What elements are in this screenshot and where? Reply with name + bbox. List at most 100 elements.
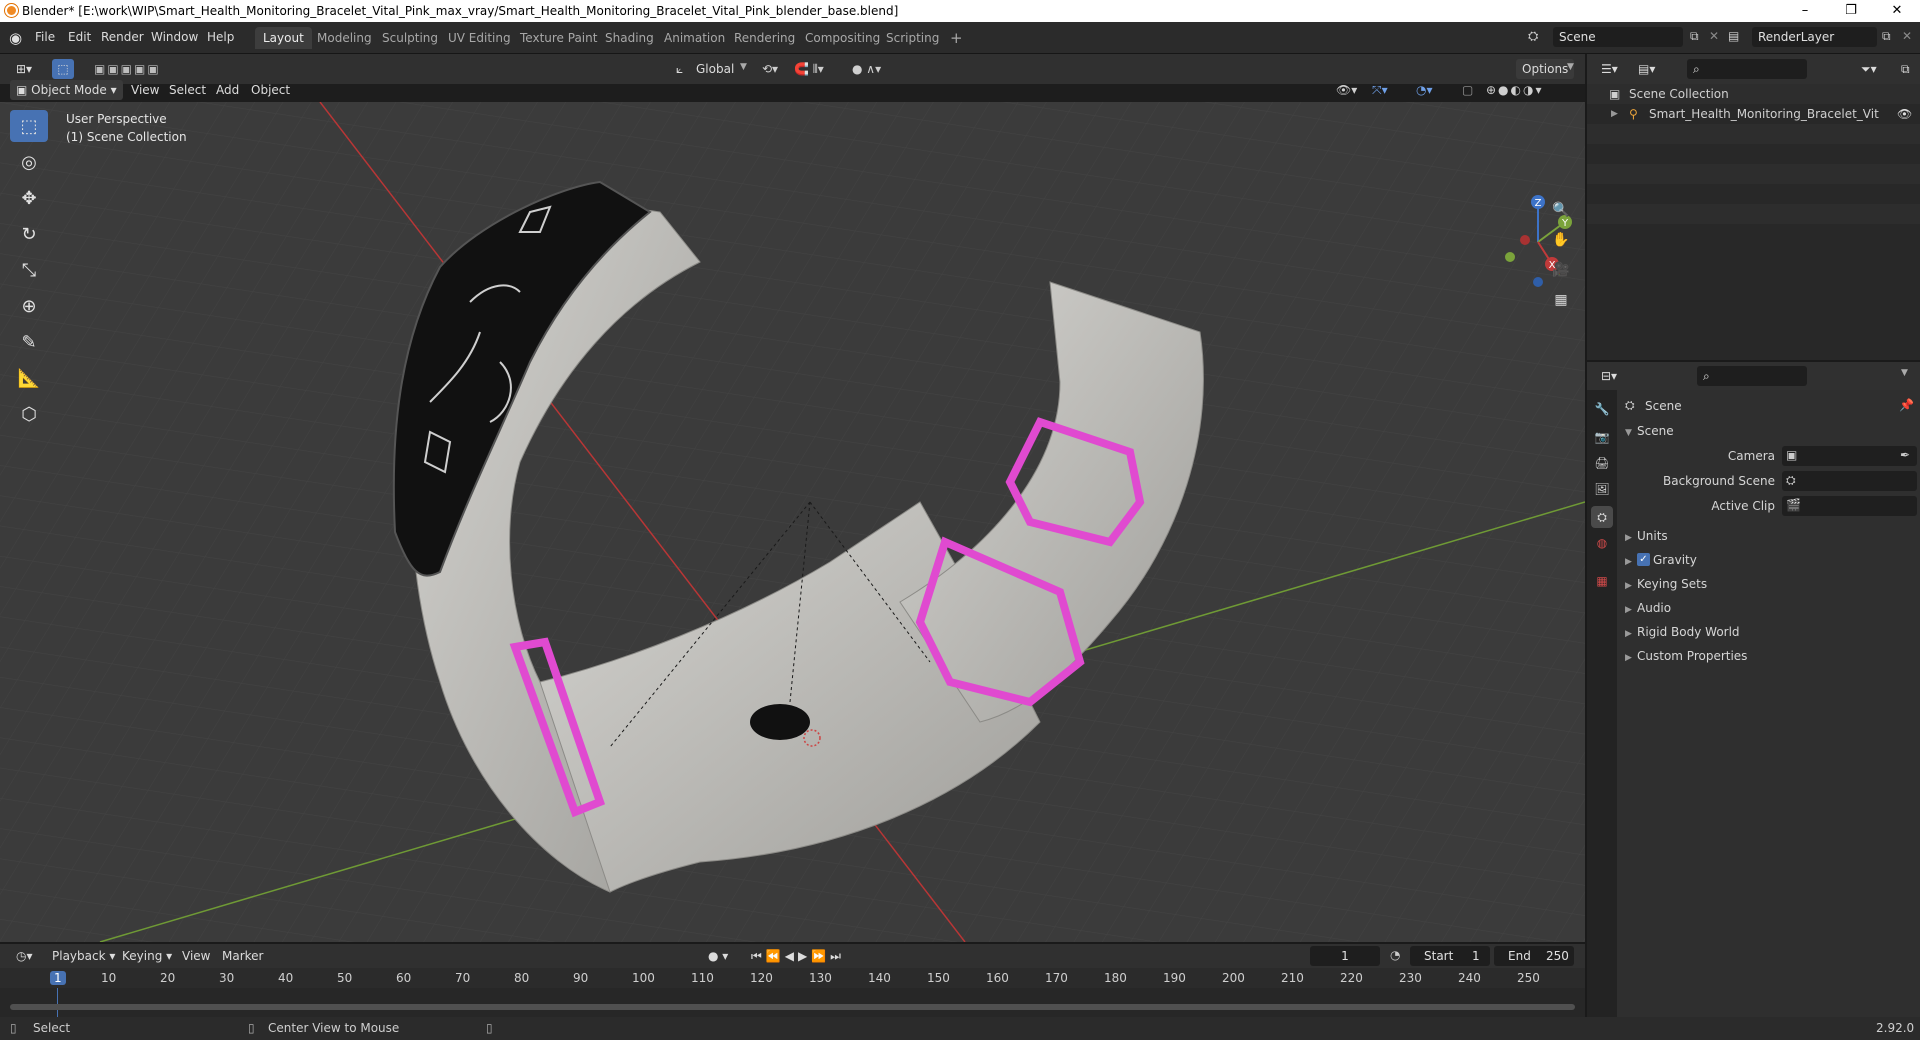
outliner-search-input[interactable]: ⌕	[1687, 59, 1807, 79]
mode-dropdown[interactable]: ▣ Object Mode ▾	[10, 80, 123, 100]
cursor-tool-icon[interactable]: ◎	[10, 146, 48, 178]
restore-button[interactable]: ❐	[1828, 0, 1874, 22]
outliner-item[interactable]: ▶ ⚲ Smart_Health_Monitoring_Bracelet_Vit…	[1587, 104, 1920, 124]
rotate-tool-icon[interactable]: ↻	[10, 218, 48, 250]
active-clip-field[interactable]: 🎬	[1782, 496, 1917, 516]
timeline-menu-keying[interactable]: Keying ▾	[116, 946, 178, 966]
texture-tab-icon[interactable]: ▦	[1591, 570, 1613, 592]
keying-sets-section[interactable]: ▶ Keying Sets	[1625, 577, 1707, 591]
camera-field[interactable]: ▣ ✒	[1782, 446, 1917, 466]
output-tab-icon[interactable]: 🖨	[1591, 452, 1613, 474]
orientation-dropdown[interactable]: Global	[690, 59, 740, 79]
editor-type-icon[interactable]: ⊞▾	[10, 59, 38, 79]
xray-icon[interactable]: ▢	[1456, 80, 1479, 100]
timeline-menu-playback[interactable]: Playback ▾	[46, 946, 121, 966]
clock-icon[interactable]: ◔	[1390, 948, 1400, 962]
measure-tool-icon[interactable]: 📐	[10, 362, 48, 394]
viewport-scene[interactable]: Z Y X	[0, 102, 1585, 942]
tab-rendering[interactable]: Rendering	[726, 27, 803, 49]
scene-panel-header[interactable]: ▼ Scene	[1625, 424, 1674, 438]
chevron-down-icon[interactable]: ▼	[1901, 368, 1908, 378]
delete-layer-icon[interactable]: ✕	[1902, 29, 1912, 43]
viewport-menu-object[interactable]: Object	[245, 80, 296, 100]
outliner-editor-icon[interactable]: ☰▾	[1595, 59, 1624, 79]
pin-icon[interactable]: 📌	[1899, 398, 1914, 412]
expand-arrow-icon[interactable]: ▶	[1611, 104, 1618, 124]
tab-compositing[interactable]: Compositing	[797, 27, 888, 49]
viewport-menu-view[interactable]: View	[125, 80, 165, 100]
gravity-checkbox[interactable]: ✓	[1637, 553, 1650, 566]
move-tool-icon[interactable]: ✥	[10, 182, 48, 214]
add-workspace-button[interactable]: +	[942, 27, 971, 49]
select-box-icon[interactable]: ⬚	[52, 59, 74, 79]
tab-layout[interactable]: Layout	[255, 27, 312, 49]
rigid-body-world-section[interactable]: ▶ Rigid Body World	[1625, 625, 1740, 639]
menu-file[interactable]: File	[35, 30, 55, 44]
viewport-menu-select[interactable]: Select	[163, 80, 212, 100]
tab-texture-paint[interactable]: Texture Paint	[512, 27, 605, 49]
tab-sculpting[interactable]: Sculpting	[374, 27, 446, 49]
menu-edit[interactable]: Edit	[68, 30, 91, 44]
timeline-scrollbar[interactable]	[10, 1004, 1575, 1010]
scale-tool-icon[interactable]: ⤡	[10, 254, 48, 286]
world-tab-icon[interactable]: ◍	[1591, 532, 1613, 554]
render-layer-selector[interactable]: RenderLayer	[1752, 27, 1877, 47]
menu-window[interactable]: Window	[151, 30, 198, 44]
options-button[interactable]: Options	[1516, 59, 1575, 79]
background-scene-field[interactable]: ⛭	[1782, 471, 1917, 491]
tab-uv-editing[interactable]: UV Editing	[440, 27, 519, 49]
custom-properties-section[interactable]: ▶ Custom Properties	[1625, 649, 1747, 663]
pivot-icon[interactable]: ⟲▾	[756, 59, 784, 79]
timeline-ruler[interactable]: 1 10 20 30 40 50 60 70 80 90 100 110 120 130 140 150 160…	[0, 968, 1585, 988]
new-layer-icon[interactable]: ⧉	[1882, 29, 1891, 44]
outliner-root-row[interactable]: ▣ Scene Collection	[1587, 84, 1920, 104]
properties-editor-icon[interactable]: ⊟▾	[1595, 366, 1623, 386]
scene-tab-icon[interactable]: ⛭	[1591, 506, 1613, 528]
viewport-menu-add[interactable]: Add	[210, 80, 245, 100]
playback-controls[interactable]: ⏮⏪◀▶⏩⏭	[745, 946, 851, 966]
view-layer-icon[interactable]: ▤	[1728, 29, 1739, 43]
timeline-menu-view[interactable]: View	[176, 946, 216, 966]
snap-icon[interactable]: 🧲 ⫴▾	[788, 59, 830, 79]
scene-icon[interactable]: ⛭	[1528, 29, 1538, 44]
pan-hand-icon[interactable]: ✋	[1548, 227, 1574, 253]
gravity-section[interactable]: ▶ ✓ Gravity	[1625, 553, 1697, 567]
timeline-editor-icon[interactable]: ◷▾	[10, 946, 39, 966]
view-layer-tab-icon[interactable]: 🖼	[1591, 478, 1613, 500]
eye-icon[interactable]: 👁	[1897, 104, 1912, 124]
ortho-grid-icon[interactable]: ▦	[1548, 287, 1574, 313]
gizmo-toggle-icon[interactable]: ⤧▾	[1366, 80, 1394, 100]
new-scene-icon[interactable]: ⧉	[1690, 29, 1699, 44]
tab-scripting[interactable]: Scripting	[878, 27, 947, 49]
close-button[interactable]: ✕	[1874, 0, 1920, 22]
start-frame-field[interactable]: Start 1	[1410, 946, 1490, 966]
visibility-icon[interactable]: 👁▾	[1330, 80, 1363, 100]
annotate-tool-icon[interactable]: ✎	[10, 326, 48, 358]
new-collection-icon[interactable]: ⧉	[1895, 59, 1916, 79]
record-icon[interactable]: ● ▾	[702, 946, 734, 966]
zoom-icon[interactable]: 🔍	[1548, 197, 1574, 223]
tab-shading[interactable]: Shading	[597, 27, 662, 49]
camera-view-icon[interactable]: 🎥	[1548, 257, 1574, 283]
tool-tab-icon[interactable]: 🔧	[1591, 398, 1613, 420]
properties-search-input[interactable]: ⌕	[1697, 366, 1807, 386]
orientation-icon[interactable]: ⟀	[670, 59, 689, 79]
timeline-menu-marker[interactable]: Marker	[216, 946, 269, 966]
blender-menu-icon[interactable]: ◉	[9, 29, 22, 47]
3d-viewport[interactable]: Z Y X User Perspective (1) Scene Collect…	[0, 102, 1585, 942]
select-tool-icon[interactable]: ⬚	[10, 110, 48, 142]
menu-render[interactable]: Render	[101, 30, 144, 44]
timeline-track[interactable]	[0, 988, 1585, 1017]
transform-tool-icon[interactable]: ⊕	[10, 290, 48, 322]
proportional-edit-icon[interactable]: ● ∧▾	[846, 59, 887, 79]
end-frame-field[interactable]: End 250	[1494, 946, 1574, 966]
scene-selector[interactable]: Scene	[1553, 27, 1683, 47]
menu-help[interactable]: Help	[207, 30, 234, 44]
selection-mode-icons[interactable]: ▣▣▣▣▣	[88, 59, 167, 79]
delete-scene-icon[interactable]: ✕	[1709, 29, 1719, 43]
overlay-toggle-icon[interactable]: ◔▾	[1410, 80, 1439, 100]
tab-animation[interactable]: Animation	[656, 27, 733, 49]
audio-section[interactable]: ▶ Audio	[1625, 601, 1671, 615]
render-tab-icon[interactable]: 📷	[1591, 426, 1613, 448]
filter-icon[interactable]: ⏷▾	[1855, 59, 1883, 79]
